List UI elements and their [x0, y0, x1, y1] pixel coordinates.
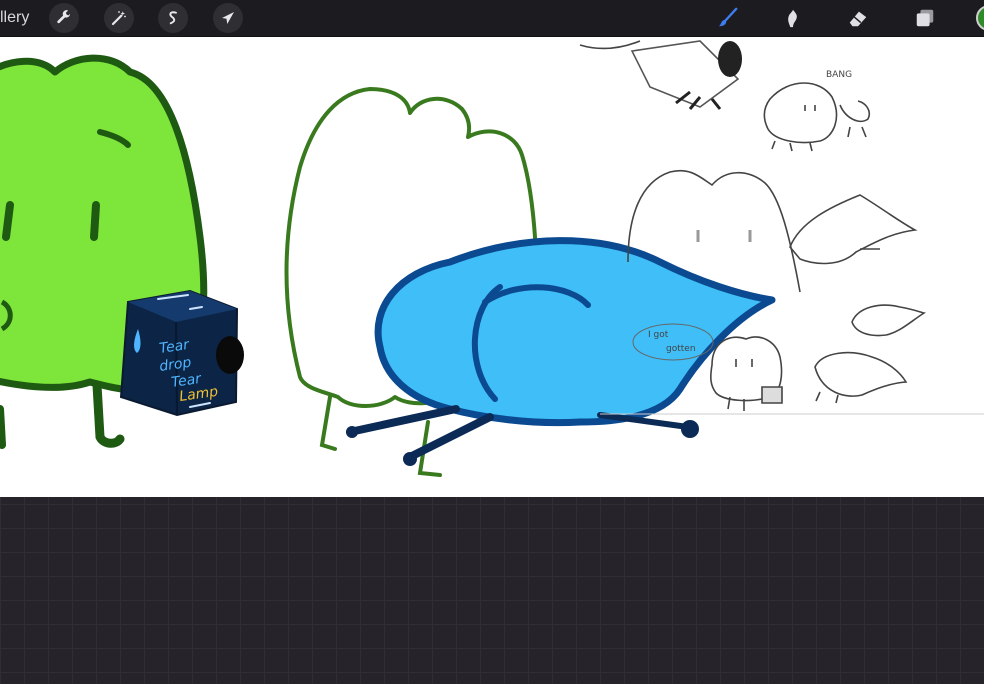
brush-icon [718, 7, 738, 27]
sketch-label-i-got: I got [648, 330, 669, 340]
transform-arrow-icon[interactable] [213, 3, 243, 33]
selection-s-icon[interactable] [158, 3, 188, 33]
smudge-tool-button[interactable] [778, 3, 808, 33]
smudge-icon [788, 9, 797, 28]
blue-teardrop-character [346, 237, 776, 466]
top-toolbar: llery [0, 0, 984, 37]
procreate-app: llery Tear drop Tear Lamp BANG I got got… [0, 0, 984, 684]
drawing-canvas[interactable]: Tear drop Tear Lamp BANG I got gotten [0, 37, 984, 497]
artwork: Tear drop Tear Lamp BANG I got gotten [0, 40, 984, 477]
layers-tool-button[interactable] [910, 3, 940, 33]
wrench-icon [57, 10, 70, 24]
adjustments-magic-wand-icon[interactable] [104, 3, 134, 33]
eraser-tool-button[interactable] [843, 3, 873, 33]
current-color-swatch[interactable] [976, 5, 984, 31]
gallery-button[interactable]: llery [0, 7, 29, 29]
sketch-label-gotten: gotten [666, 344, 696, 354]
sketch-label-bang: BANG [826, 70, 852, 80]
layers-icon [916, 9, 934, 27]
teardrop-box: Tear drop Tear Lamp [119, 289, 244, 417]
brush-tool-button[interactable] [713, 3, 743, 33]
actions-wrench-icon[interactable] [49, 3, 79, 33]
selection-icon [169, 11, 177, 25]
arrow-cursor-icon [222, 12, 234, 24]
eraser-icon [849, 11, 867, 27]
magic-wand-icon [111, 11, 126, 26]
